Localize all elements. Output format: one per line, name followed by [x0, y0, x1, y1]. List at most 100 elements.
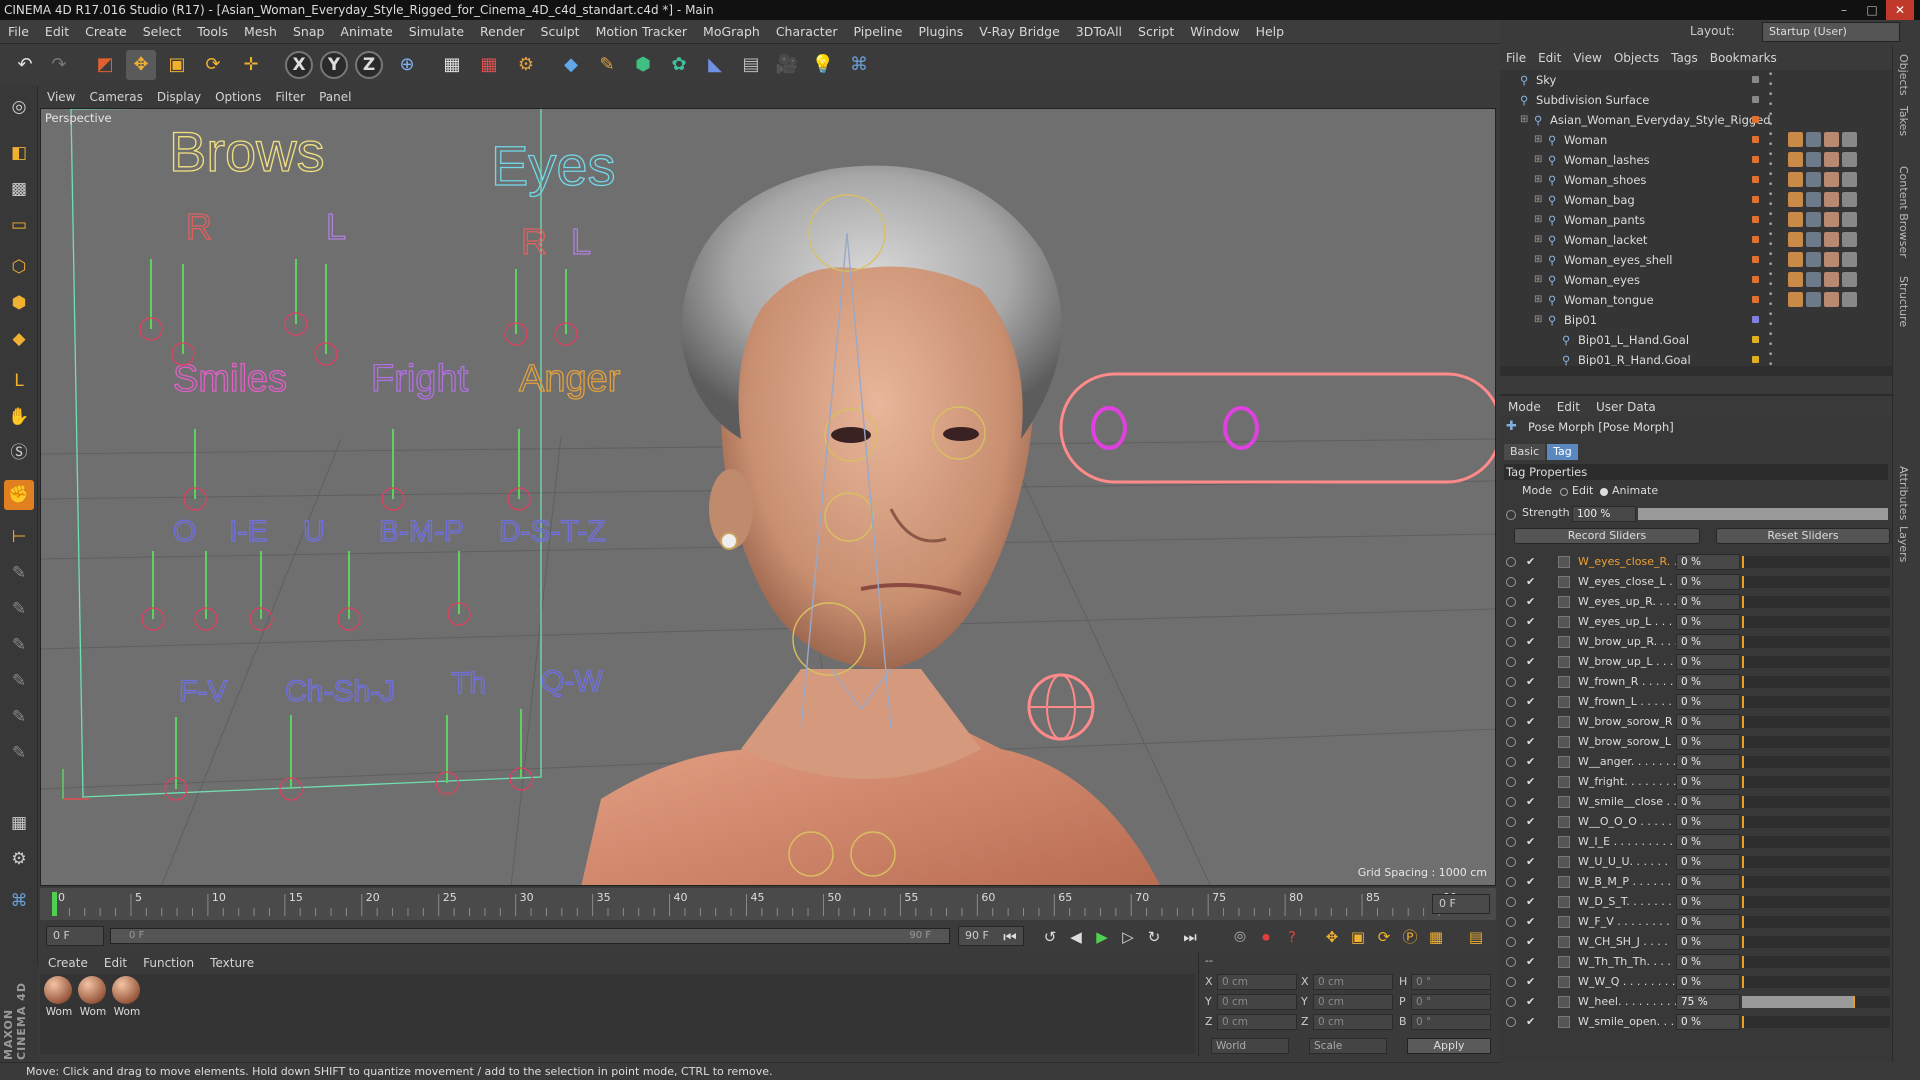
morph-slider-value[interactable]: 0 % — [1676, 734, 1740, 750]
key-scale-icon[interactable]: ▣ — [1346, 925, 1370, 949]
object-row[interactable]: ⊞ ⚲ Woman • • — [1500, 130, 1892, 150]
scale-tool-icon[interactable]: ▣ — [162, 50, 192, 80]
goto-start-icon[interactable]: ⏮ — [998, 925, 1022, 949]
morph-slider-value[interactable]: 0 % — [1676, 894, 1740, 910]
material-menu-function[interactable]: Function — [135, 952, 202, 974]
material-thumbnail[interactable]: Wom — [112, 976, 142, 1018]
morph-slider-value[interactable]: 0 % — [1676, 614, 1740, 630]
frame-range-slider[interactable]: 0 F 90 F — [110, 928, 950, 944]
sculpt-grab-icon[interactable]: ✎ — [4, 738, 34, 768]
visibility-dots-icon[interactable]: • • — [1768, 130, 1773, 150]
material-menu-texture[interactable]: Texture — [202, 952, 262, 974]
layer-color-swatch[interactable] — [1752, 96, 1759, 103]
anim-dot-icon[interactable] — [1506, 557, 1516, 567]
live-selection-icon[interactable]: ◩ — [90, 50, 120, 80]
visibility-dots-icon[interactable]: • • — [1768, 190, 1773, 210]
points-mode-icon[interactable]: ⬡ — [4, 252, 34, 282]
uvw-tag-icon[interactable] — [1842, 132, 1857, 147]
pose-morph-tag-icon[interactable] — [1788, 132, 1803, 147]
morph-slider-track[interactable] — [1742, 916, 1890, 928]
morph-slider-value[interactable]: 0 % — [1676, 854, 1740, 870]
object-menu-tags[interactable]: Tags — [1665, 46, 1704, 70]
tweak-mode-icon[interactable]: ✋ — [4, 402, 34, 432]
viewport-menu-display[interactable]: Display — [150, 86, 208, 108]
checkmark-icon[interactable]: ✔ — [1526, 812, 1535, 832]
viewport-menu-panel[interactable]: Panel — [312, 86, 358, 108]
morph-slider-value[interactable]: 0 % — [1676, 714, 1740, 730]
workplane-icon[interactable]: ⊢ — [4, 522, 34, 552]
texture-tag-icon[interactable] — [1806, 232, 1821, 247]
material-tag-icon[interactable] — [1824, 132, 1839, 147]
checkmark-icon[interactable]: ✔ — [1526, 552, 1535, 572]
object-row[interactable]: ⚲ Sky • • — [1500, 70, 1892, 90]
strength-slider[interactable] — [1638, 508, 1888, 520]
anim-dot-icon[interactable] — [1506, 897, 1516, 907]
snapping-icon[interactable]: Ⓢ — [4, 438, 34, 468]
object-row[interactable]: ⊞ ⚲ Woman_eyes • • — [1500, 270, 1892, 290]
expand-icon[interactable]: ⊞ — [1534, 310, 1542, 330]
visibility-dots-icon[interactable]: • • — [1768, 330, 1773, 350]
coordinate-system-icon[interactable]: ⊕ — [392, 50, 422, 80]
sculpt-inflate-icon[interactable]: ✎ — [4, 666, 34, 696]
menu-sculpt[interactable]: Sculpt — [533, 20, 588, 44]
python-script-icon[interactable]: ⌘ — [4, 886, 34, 916]
camera-icon[interactable]: 🎥 — [772, 50, 802, 80]
object-row[interactable]: ⊞ ⚲ Woman_eyes_shell • • — [1500, 250, 1892, 270]
menu-character[interactable]: Character — [768, 20, 846, 44]
menu-select[interactable]: Select — [135, 20, 190, 44]
morph-slider-track[interactable] — [1742, 636, 1890, 648]
morph-slider-value[interactable]: 0 % — [1676, 874, 1740, 890]
visibility-dots-icon[interactable]: • • — [1768, 150, 1773, 170]
viewport-menu-filter[interactable]: Filter — [268, 86, 312, 108]
pose-morph-tag-icon[interactable] — [1788, 292, 1803, 307]
layer-color-swatch[interactable] — [1752, 216, 1759, 223]
axis-mode-icon[interactable]: L — [4, 366, 34, 396]
mode-animate-radio[interactable] — [1600, 488, 1608, 496]
object-row[interactable]: ⊞ ⚲ Woman_lacket • • — [1500, 230, 1892, 250]
anim-dot-icon[interactable] — [1506, 717, 1516, 727]
texture-tag-icon[interactable] — [1806, 152, 1821, 167]
checkmark-icon[interactable]: ✔ — [1526, 992, 1535, 1012]
object-row[interactable]: ⊞ ⚲ Asian_Woman_Everyday_Style_Rigged • • — [1500, 110, 1892, 130]
coord-size-field[interactable]: 0 cm — [1313, 1014, 1393, 1030]
layer-color-swatch[interactable] — [1752, 236, 1759, 243]
checkmark-icon[interactable]: ✔ — [1526, 632, 1535, 652]
material-tag-icon[interactable] — [1824, 212, 1839, 227]
coord-position-field[interactable]: 0 cm — [1217, 994, 1297, 1010]
uvw-tag-icon[interactable] — [1842, 232, 1857, 247]
next-frame-icon[interactable]: ▷ — [1116, 925, 1140, 949]
start-frame-field[interactable]: 0 F — [46, 926, 104, 946]
coordinate-mode-select[interactable]: Scale — [1309, 1038, 1387, 1054]
paint-tool-icon[interactable]: ✊ — [4, 480, 34, 510]
morph-slider-track[interactable] — [1742, 596, 1890, 608]
anim-dot-icon[interactable] — [1506, 877, 1516, 887]
reset-sliders-button[interactable]: Reset Sliders — [1716, 528, 1890, 544]
anim-dot-icon[interactable] — [1506, 657, 1516, 667]
checkmark-icon[interactable]: ✔ — [1526, 852, 1535, 872]
morph-slider-value[interactable]: 0 % — [1676, 634, 1740, 650]
menu-window[interactable]: Window — [1182, 20, 1247, 44]
morph-slider-track[interactable] — [1742, 736, 1890, 748]
anim-dot-icon[interactable] — [1506, 617, 1516, 627]
coordinate-space-select[interactable]: World — [1211, 1038, 1289, 1054]
object-manager-scrollbar[interactable] — [1500, 366, 1892, 376]
expand-icon[interactable]: ⊞ — [1534, 190, 1542, 210]
menu-file[interactable]: File — [0, 20, 37, 44]
key-pla-icon[interactable]: ▦ — [1424, 925, 1448, 949]
edges-mode-icon[interactable]: ⬢ — [4, 288, 34, 318]
deformer-icon[interactable]: ◣ — [700, 50, 730, 80]
key-rotation-icon[interactable]: ⟳ — [1372, 925, 1396, 949]
viewport-menu-cameras[interactable]: Cameras — [82, 86, 149, 108]
layer-color-swatch[interactable] — [1752, 276, 1759, 283]
visibility-dots-icon[interactable]: • • — [1768, 310, 1773, 330]
current-frame-field[interactable]: 0 F — [1432, 894, 1490, 914]
morph-slider-value[interactable]: 0 % — [1676, 594, 1740, 610]
checkmark-icon[interactable]: ✔ — [1526, 652, 1535, 672]
anim-dot-icon[interactable] — [1506, 777, 1516, 787]
anim-dot-icon[interactable] — [1506, 837, 1516, 847]
keyframe-selection-icon[interactable]: ? — [1280, 925, 1304, 949]
morph-slider-value[interactable]: 0 % — [1676, 914, 1740, 930]
recent-tool-icon[interactable]: ✛ — [236, 50, 266, 80]
morph-slider-track[interactable] — [1742, 676, 1890, 688]
visibility-dots-icon[interactable]: • • — [1768, 230, 1773, 250]
